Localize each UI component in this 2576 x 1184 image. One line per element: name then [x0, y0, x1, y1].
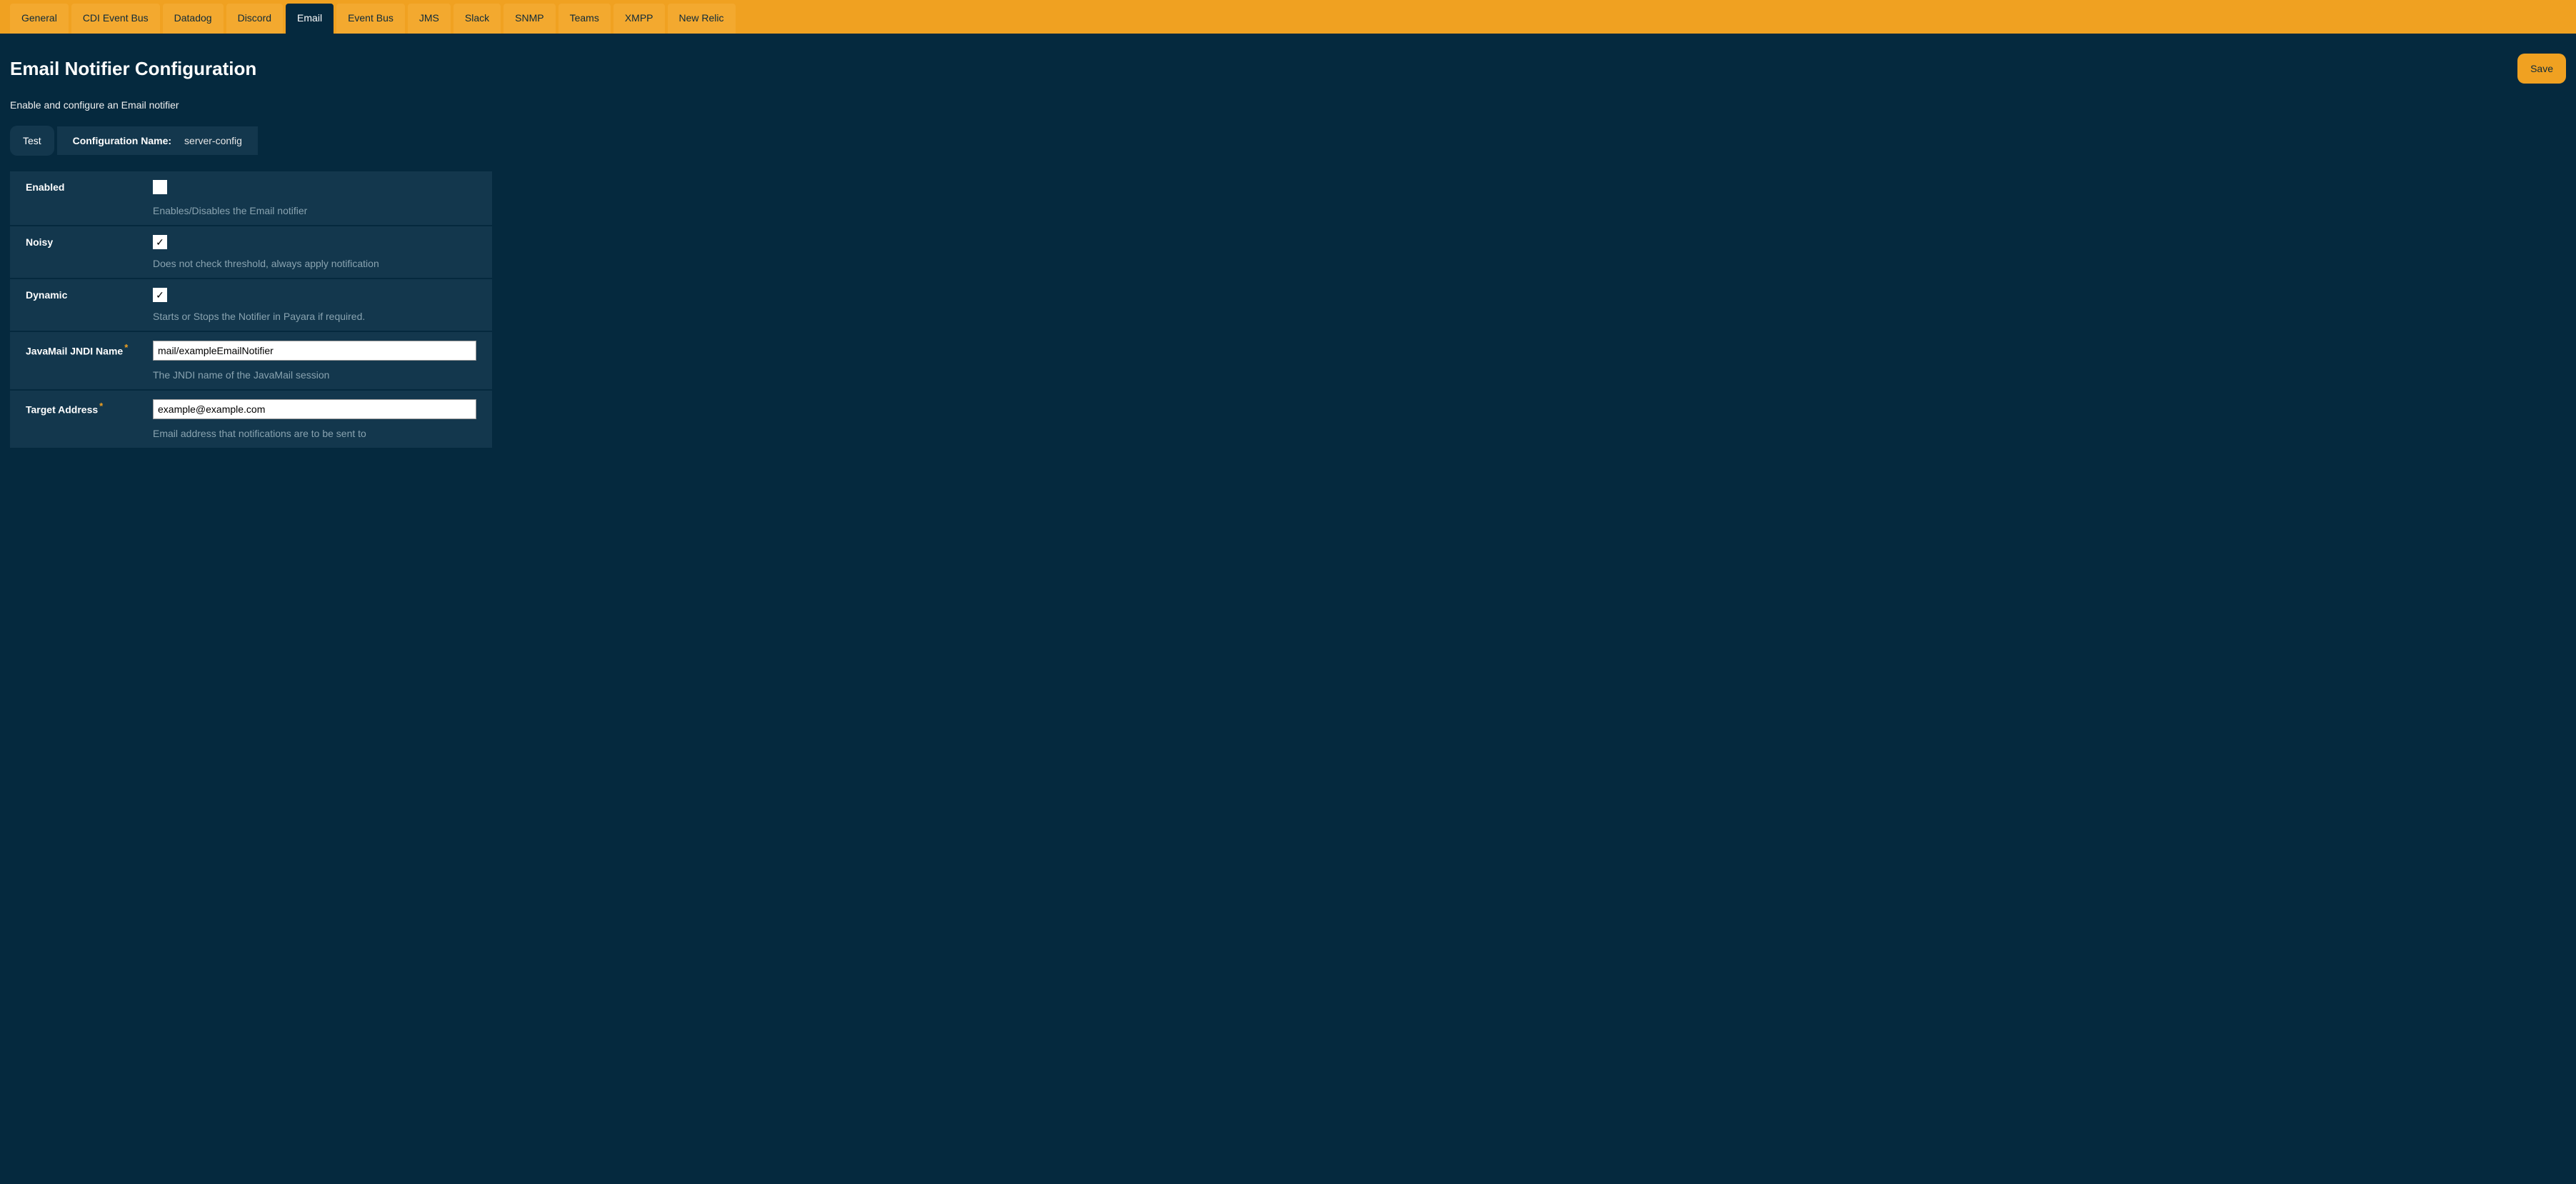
- input-target[interactable]: [153, 399, 476, 419]
- tab-xmpp[interactable]: XMPP: [613, 4, 665, 34]
- label-target-text: Target Address: [26, 404, 98, 416]
- required-icon: *: [99, 401, 103, 411]
- help-jndi: The JNDI name of the JavaMail session: [153, 369, 476, 381]
- help-target: Email address that notifications are to …: [153, 428, 476, 439]
- tab-teams[interactable]: Teams: [558, 4, 611, 34]
- page-body: Email Notifier Configuration Save Enable…: [0, 34, 2576, 459]
- tab-snmp[interactable]: SNMP: [503, 4, 555, 34]
- title-row: Email Notifier Configuration Save: [10, 44, 2566, 84]
- help-noisy: Does not check threshold, always apply n…: [153, 258, 476, 269]
- config-name-value: server-config: [184, 135, 242, 146]
- row-target: Target Address* Email address that notif…: [10, 391, 492, 448]
- config-name-label: Configuration Name:: [73, 135, 171, 146]
- config-name-block: Configuration Name: server-config: [57, 126, 258, 155]
- tab-new-relic[interactable]: New Relic: [668, 4, 736, 34]
- checkbox-noisy[interactable]: ✓: [153, 235, 167, 249]
- label-noisy: Noisy: [10, 235, 153, 248]
- page-subtitle: Enable and configure an Email notifier: [10, 99, 2566, 111]
- form-panel: Enabled Enables/Disables the Email notif…: [10, 171, 492, 448]
- tab-event-bus[interactable]: Event Bus: [336, 4, 405, 34]
- page-title: Email Notifier Configuration: [10, 58, 256, 80]
- tab-email[interactable]: Email: [286, 4, 334, 34]
- help-dynamic: Starts or Stops the Notifier in Payara i…: [153, 311, 476, 322]
- label-enabled: Enabled: [10, 180, 153, 193]
- label-dynamic: Dynamic: [10, 288, 153, 301]
- label-jndi-text: JavaMail JNDI Name: [26, 346, 123, 357]
- row-noisy: Noisy ✓ Does not check threshold, always…: [10, 226, 492, 278]
- label-jndi: JavaMail JNDI Name*: [10, 341, 153, 357]
- row-dynamic: Dynamic ✓ Starts or Stops the Notifier i…: [10, 279, 492, 331]
- checkbox-enabled[interactable]: [153, 180, 167, 194]
- help-enabled: Enables/Disables the Email notifier: [153, 205, 476, 216]
- tab-discord[interactable]: Discord: [226, 4, 283, 34]
- tab-cdi-event-bus[interactable]: CDI Event Bus: [71, 4, 160, 34]
- tab-datadog[interactable]: Datadog: [163, 4, 224, 34]
- save-button[interactable]: Save: [2517, 54, 2566, 84]
- row-jndi: JavaMail JNDI Name* The JNDI name of the…: [10, 332, 492, 389]
- row-enabled: Enabled Enables/Disables the Email notif…: [10, 171, 492, 225]
- tab-slack[interactable]: Slack: [453, 4, 501, 34]
- required-icon: *: [124, 342, 128, 353]
- tab-bar: General CDI Event Bus Datadog Discord Em…: [0, 0, 2576, 34]
- tab-jms[interactable]: JMS: [408, 4, 451, 34]
- tab-general[interactable]: General: [10, 4, 69, 34]
- checkbox-dynamic[interactable]: ✓: [153, 288, 167, 302]
- label-target: Target Address*: [10, 399, 153, 416]
- input-jndi[interactable]: [153, 341, 476, 361]
- test-button[interactable]: Test: [10, 126, 54, 156]
